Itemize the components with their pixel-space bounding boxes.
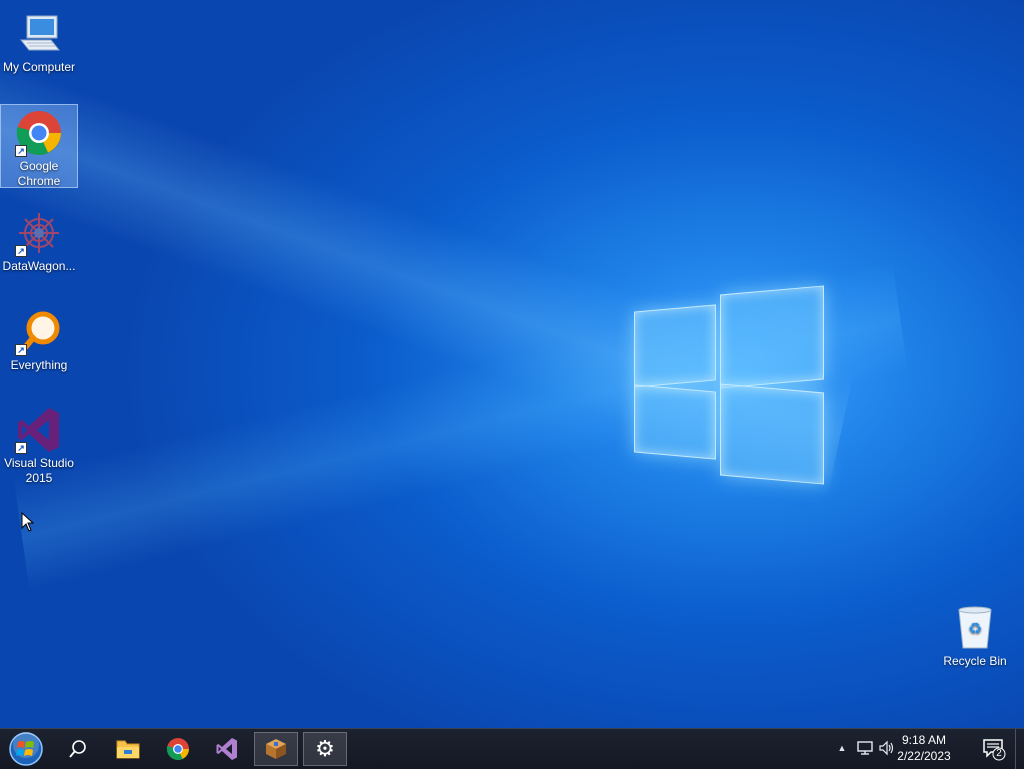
windows-logo-wallpaper — [634, 285, 824, 485]
shortcut-arrow-icon: ↗ — [15, 344, 27, 356]
desktop-icon-my-computer[interactable]: My Computer — [1, 6, 77, 76]
desktop-icon-everything[interactable]: ↗ Everything — [1, 304, 77, 374]
svg-text:♻: ♻ — [968, 619, 982, 638]
show-hidden-icons-chevron[interactable]: ▲ — [833, 739, 851, 757]
system-clock[interactable]: 9:18 AM 2/22/2023 — [888, 732, 960, 764]
taskbar: ⚙ ▲ 9:18 AM 2/22/2023 2 — [0, 728, 1024, 769]
network-icon[interactable] — [856, 739, 874, 757]
taskbar-file-explorer[interactable] — [106, 732, 150, 766]
taskbar-visual-studio[interactable] — [205, 732, 249, 766]
taskbar-package-app[interactable] — [254, 732, 298, 766]
desktop-icon-datawagon[interactable]: ↗ DataWagon... — [1, 205, 77, 275]
taskbar-chrome[interactable] — [156, 732, 200, 766]
shortcut-arrow-icon: ↗ — [15, 145, 27, 157]
shortcut-arrow-icon: ↗ — [15, 245, 27, 257]
clock-date: 2/22/2023 — [897, 749, 951, 763]
search-icon — [69, 740, 86, 758]
package-icon — [266, 739, 286, 759]
action-center-button[interactable]: 2 — [982, 737, 1006, 761]
computer-icon — [15, 10, 63, 58]
windows-orb-icon — [9, 732, 43, 766]
folder-icon — [116, 740, 140, 759]
desktop[interactable]: My Computer ↗ Google Chrome ↗ DataWagon.… — [0, 0, 1024, 728]
gear-icon: ⚙ — [315, 736, 335, 761]
recycle-bin-icon: ♻ — [951, 604, 999, 652]
clock-time: 9:18 AM — [901, 733, 947, 747]
shortcut-arrow-icon: ↗ — [15, 442, 27, 454]
search-button[interactable] — [56, 732, 100, 766]
notification-count-badge: 2 — [996, 748, 1002, 759]
visual-studio-icon — [216, 738, 237, 760]
desktop-icon-visual-studio-2015[interactable]: ↗ Visual Studio 2015 — [1, 402, 77, 485]
desktop-icon-recycle-bin[interactable]: ♻ Recycle Bin — [937, 600, 1013, 670]
show-desktop-button[interactable] — [1015, 729, 1024, 769]
chrome-icon: ↗ — [15, 109, 63, 157]
visual-studio-icon: ↗ — [15, 406, 63, 454]
start-button[interactable] — [4, 730, 48, 768]
everything-search-icon: ↗ — [15, 308, 63, 356]
mouse-cursor-icon — [21, 511, 35, 532]
desktop-icon-google-chrome[interactable]: ↗ Google Chrome — [0, 104, 78, 188]
datawagon-icon: ↗ — [15, 209, 63, 257]
chrome-icon — [166, 738, 189, 760]
taskbar-settings[interactable]: ⚙ — [303, 732, 347, 766]
